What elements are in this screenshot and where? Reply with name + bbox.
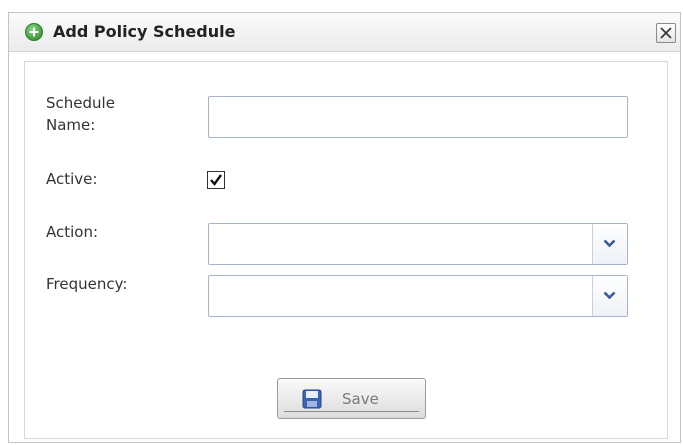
action-select[interactable] (208, 223, 628, 265)
action-dropdown-button[interactable] (592, 224, 627, 264)
save-button[interactable]: Save (277, 378, 426, 419)
form-panel: Schedule Name: Active: Action: Frequency… (24, 61, 668, 363)
dialog-titlebar: Add Policy Schedule (9, 13, 680, 52)
action-label: Action: (46, 223, 99, 241)
checkmark-icon (210, 174, 222, 186)
frequency-dropdown-button[interactable] (592, 276, 627, 316)
save-button-label: Save (342, 390, 379, 408)
floppy-disk-icon (302, 389, 322, 409)
save-button-underline (284, 411, 419, 412)
schedule-name-input[interactable] (208, 96, 628, 138)
active-label: Active: (46, 170, 98, 188)
add-policy-schedule-dialog: Add Policy Schedule Schedule Name: Activ… (8, 12, 681, 443)
chevron-down-icon (603, 239, 616, 248)
dialog-footer: Save (24, 362, 668, 439)
dialog-title: Add Policy Schedule (53, 22, 236, 41)
chevron-down-icon (603, 291, 616, 300)
frequency-select[interactable] (208, 275, 628, 317)
close-icon (660, 27, 672, 39)
frequency-label: Frequency: (46, 275, 128, 293)
active-checkbox[interactable] (207, 171, 225, 189)
add-circle-icon (25, 23, 43, 41)
schedule-name-label: Schedule Name: (46, 94, 115, 134)
close-button[interactable] (656, 23, 676, 43)
